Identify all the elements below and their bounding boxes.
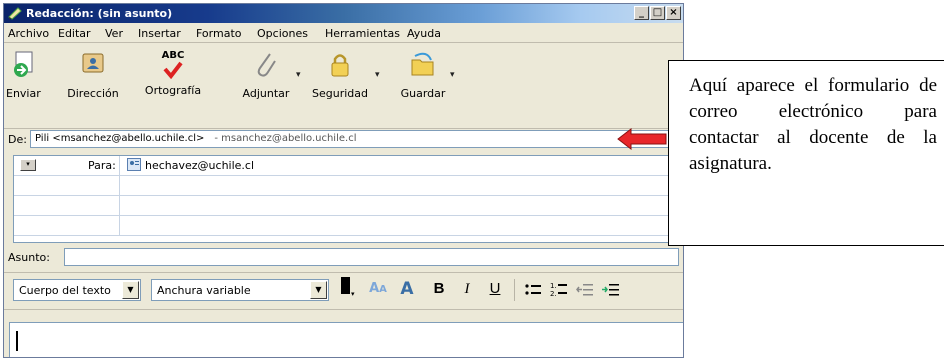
spellcheck-icon: ABC: [159, 50, 187, 80]
bold-button[interactable]: B: [428, 279, 450, 299]
numbered-list-icon[interactable]: 1.2.: [550, 281, 568, 299]
send-button[interactable]: Enviar: [6, 50, 41, 100]
paragraph-style-value: Cuerpo del texto: [19, 284, 111, 297]
from-field[interactable]: Pili <msanchez@abello.uchile.cl> - msanch…: [30, 130, 670, 148]
message-body[interactable]: [9, 322, 683, 357]
font-color-icon: [341, 277, 350, 294]
compose-icon: [8, 7, 22, 20]
annotation-callout: Aquí aparece el formulario de correo ele…: [668, 60, 944, 246]
svg-text:1.: 1.: [550, 282, 557, 290]
menu-formato[interactable]: Formato: [196, 27, 242, 40]
paperclip-icon: [257, 53, 276, 77]
svg-text:2.: 2.: [550, 290, 557, 298]
save-dropdown-icon[interactable]: ▾: [450, 70, 455, 80]
spellcheck-glyph: ABC: [161, 50, 185, 61]
increase-font-size-icon[interactable]: A: [396, 279, 418, 299]
security-label: Seguridad: [312, 87, 368, 100]
underline-button[interactable]: U: [484, 279, 506, 299]
lock-icon: [331, 54, 349, 77]
callout-text: Aquí aparece el formulario de correo ele…: [689, 75, 937, 174]
empty-recipient-row[interactable]: [14, 196, 682, 216]
spelling-label: Ortografía: [144, 84, 202, 97]
from-value: Pili <msanchez@abello.uchile.cl>: [35, 133, 205, 144]
bullet-list-icon[interactable]: [524, 282, 542, 298]
recipient-row[interactable]: ▾ Para: hechavez@uchile.cl: [14, 156, 682, 176]
send-label: Enviar: [6, 87, 41, 100]
send-icon: [14, 51, 33, 77]
menu-opciones[interactable]: Opciones: [257, 27, 308, 40]
chevron-down-icon: ▼: [122, 281, 139, 299]
recipient-address[interactable]: hechavez@uchile.cl: [145, 159, 254, 172]
minimize-button[interactable]: _: [634, 6, 649, 20]
menu-insertar[interactable]: Insertar: [138, 27, 181, 40]
recipients-list[interactable]: ▾ Para: hechavez@uchile.cl: [13, 155, 683, 243]
contact-card-icon: [127, 158, 141, 171]
italic-button[interactable]: I: [456, 279, 478, 299]
menu-ver[interactable]: Ver: [105, 27, 123, 40]
menu-herramientas[interactable]: Herramientas: [325, 27, 400, 40]
address-book-icon: [82, 53, 104, 73]
menu-bar: Archivo Editar Ver Insertar Formato Opci…: [4, 24, 683, 43]
paragraph-style-select[interactable]: Cuerpo del texto ▼: [13, 279, 141, 301]
empty-recipient-row[interactable]: [14, 176, 682, 196]
toolbar: Enviar Dirección ABC Ortografía Adjuntar…: [4, 44, 683, 129]
subject-row: Asunto:: [4, 247, 683, 269]
chevron-down-icon: ▼: [310, 281, 327, 299]
pointer-arrow-icon: [617, 128, 667, 150]
subject-label: Asunto:: [8, 251, 50, 264]
title-bar[interactable]: Redacción: (sin asunto) _ □ ×: [4, 4, 683, 23]
address-button[interactable]: Dirección: [64, 50, 122, 100]
menu-editar[interactable]: Editar: [58, 27, 91, 40]
window-title: Redacción: (sin asunto): [26, 7, 173, 20]
address-label: Dirección: [67, 87, 119, 100]
security-button[interactable]: Seguridad: [310, 50, 370, 100]
attach-button[interactable]: Adjuntar: [238, 50, 294, 100]
save-button[interactable]: Guardar: [400, 50, 446, 100]
maximize-button[interactable]: □: [650, 6, 665, 20]
from-label: De:: [8, 133, 27, 146]
save-label: Guardar: [400, 87, 446, 100]
attach-dropdown-icon[interactable]: ▾: [296, 70, 301, 80]
from-row: De: Pili <msanchez@abello.uchile.cl> - ms…: [4, 128, 683, 152]
recipient-type: Para:: [88, 159, 116, 172]
spelling-button[interactable]: ABC Ortografía: [142, 50, 204, 97]
menu-archivo[interactable]: Archivo: [8, 27, 49, 40]
folder-icon: [411, 52, 434, 76]
font-value: Anchura variable: [157, 284, 251, 297]
attach-label: Adjuntar: [242, 87, 290, 100]
from-sub: - msanchez@abello.uchile.cl: [214, 133, 357, 144]
format-toolbar: Cuerpo del texto ▼ Anchura variable ▼ ▾ …: [4, 272, 683, 310]
decrease-font-size-icon[interactable]: AA: [366, 279, 390, 300]
font-color-button[interactable]: ▾: [338, 277, 358, 303]
subject-input[interactable]: [64, 248, 679, 266]
text-cursor: [16, 331, 18, 351]
menu-ayuda[interactable]: Ayuda: [407, 27, 441, 40]
font-select[interactable]: Anchura variable ▼: [151, 279, 329, 301]
empty-recipient-row[interactable]: [14, 216, 682, 236]
font-color-dropdown-icon: ▾: [351, 290, 355, 298]
decrease-indent-icon[interactable]: [576, 282, 594, 298]
recipient-type-dropdown[interactable]: ▾: [20, 159, 36, 171]
close-button[interactable]: ×: [666, 6, 681, 20]
security-dropdown-icon[interactable]: ▾: [375, 70, 380, 80]
increase-indent-icon[interactable]: [602, 282, 620, 298]
compose-window: Redacción: (sin asunto) _ □ × Archivo Ed…: [3, 3, 684, 358]
